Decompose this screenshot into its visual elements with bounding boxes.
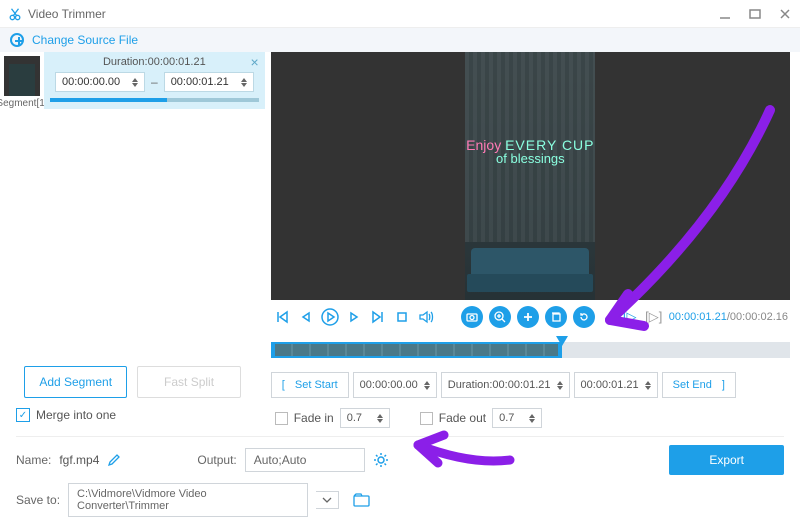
open-folder-icon[interactable] <box>353 493 371 507</box>
segment-label: Segment[1] <box>0 98 48 109</box>
stop-icon[interactable] <box>393 308 411 326</box>
fade-in-checkbox[interactable] <box>275 412 288 425</box>
maximize-button[interactable] <box>748 7 762 21</box>
window-title: Video Trimmer <box>28 7 718 21</box>
snapshot-button[interactable] <box>461 306 483 328</box>
trim-end-field[interactable]: 00:00:01.21 <box>574 372 658 398</box>
reset-button[interactable] <box>573 306 595 328</box>
saveto-dropdown-icon[interactable] <box>316 491 339 509</box>
trim-start-field[interactable]: 00:00:00.00 <box>353 372 437 398</box>
fade-out-field[interactable]: 0.7 <box>492 408 542 428</box>
time-display: 00:00:01.21/00:00:02.16 <box>669 311 788 323</box>
saveto-label: Save to: <box>16 493 60 507</box>
step-back-icon[interactable] <box>297 308 315 326</box>
app-icon <box>8 7 22 21</box>
add-button[interactable] <box>517 306 539 328</box>
segment-start-field[interactable]: 00:00:00.00 <box>55 72 145 92</box>
play-icon[interactable] <box>321 308 339 326</box>
trim-controls-row: [ Set Start 00:00:00.00 Duration:00:00:0… <box>271 372 790 398</box>
spinner-icon[interactable] <box>241 78 247 87</box>
fade-in-label: Fade in <box>294 411 334 425</box>
change-source-bar[interactable]: Change Source File <box>0 28 800 52</box>
segment-start-value: 00:00:00.00 <box>62 76 120 88</box>
playback-controls: [▷ [▷] 00:00:01.21/00:00:02.16 <box>271 300 790 332</box>
video-preview[interactable]: Enjoy EVERY CUP of blessings <box>271 52 790 300</box>
zoom-in-button[interactable] <box>489 306 511 328</box>
spinner-icon[interactable] <box>132 78 138 87</box>
segment-panel: Segment[1] × Duration:00:00:01.21 00:00:… <box>0 52 265 430</box>
output-field[interactable]: Auto;Auto <box>245 448 365 472</box>
set-end-button[interactable]: Set End ] <box>662 372 736 398</box>
fast-split-button[interactable]: Fast Split <box>137 366 240 398</box>
prev-segment-icon[interactable] <box>273 308 291 326</box>
segment-end-value: 00:00:01.21 <box>171 76 229 88</box>
bottom-panel: Name: fgf.mp4 Output: Auto;Auto Export S… <box>0 430 800 517</box>
volume-icon[interactable] <box>417 308 435 326</box>
timeline-handle[interactable] <box>556 336 568 346</box>
close-button[interactable] <box>778 7 792 21</box>
trim-duration-field[interactable]: Duration:00:00:01.21 <box>441 372 570 398</box>
merge-row[interactable]: ✓ Merge into one <box>0 408 265 430</box>
mark-out-icon[interactable]: [▷] <box>645 308 663 326</box>
titlebar: Video Trimmer <box>0 0 800 28</box>
segment-duration: Duration:00:00:01.21 <box>50 56 259 68</box>
preview-panel: Enjoy EVERY CUP of blessings [▷ [▷] <box>265 52 800 430</box>
merge-label: Merge into one <box>36 408 116 422</box>
output-label: Output: <box>197 453 236 467</box>
name-label: Name: <box>16 453 51 467</box>
copy-button[interactable] <box>545 306 567 328</box>
fade-out-label: Fade out <box>439 411 486 425</box>
timeline[interactable] <box>271 336 790 364</box>
segment-progress[interactable] <box>50 98 259 102</box>
set-start-button[interactable]: [ Set Start <box>271 372 349 398</box>
saveto-field[interactable]: C:\Vidmore\Vidmore Video Converter\Trimm… <box>68 483 308 517</box>
plus-icon <box>10 33 24 47</box>
neon-text: Enjoy EVERY CUP of blessings <box>465 138 595 165</box>
change-source-label: Change Source File <box>32 33 138 47</box>
window-controls <box>718 7 792 21</box>
mark-in-icon[interactable]: [▷ <box>621 308 639 326</box>
segment-row[interactable]: Segment[1] × Duration:00:00:01.21 00:00:… <box>0 52 265 109</box>
export-button[interactable]: Export <box>669 445 784 475</box>
fade-row: Fade in 0.7 Fade out 0.7 <box>271 408 790 428</box>
file-name: fgf.mp4 <box>59 453 99 467</box>
segment-close-icon[interactable]: × <box>251 54 259 70</box>
step-forward-icon[interactable] <box>345 308 363 326</box>
edit-name-icon[interactable] <box>107 453 121 467</box>
add-segment-button[interactable]: Add Segment <box>24 366 127 398</box>
merge-checkbox[interactable]: ✓ <box>16 408 30 422</box>
segment-thumbnail[interactable] <box>4 56 40 96</box>
fade-out-checkbox[interactable] <box>420 412 433 425</box>
output-settings-icon[interactable] <box>373 452 389 468</box>
segment-end-field[interactable]: 00:00:01.21 <box>164 72 254 92</box>
minimize-button[interactable] <box>718 7 732 21</box>
fade-in-field[interactable]: 0.7 <box>340 408 390 428</box>
dash: – <box>151 75 158 89</box>
next-segment-icon[interactable] <box>369 308 387 326</box>
